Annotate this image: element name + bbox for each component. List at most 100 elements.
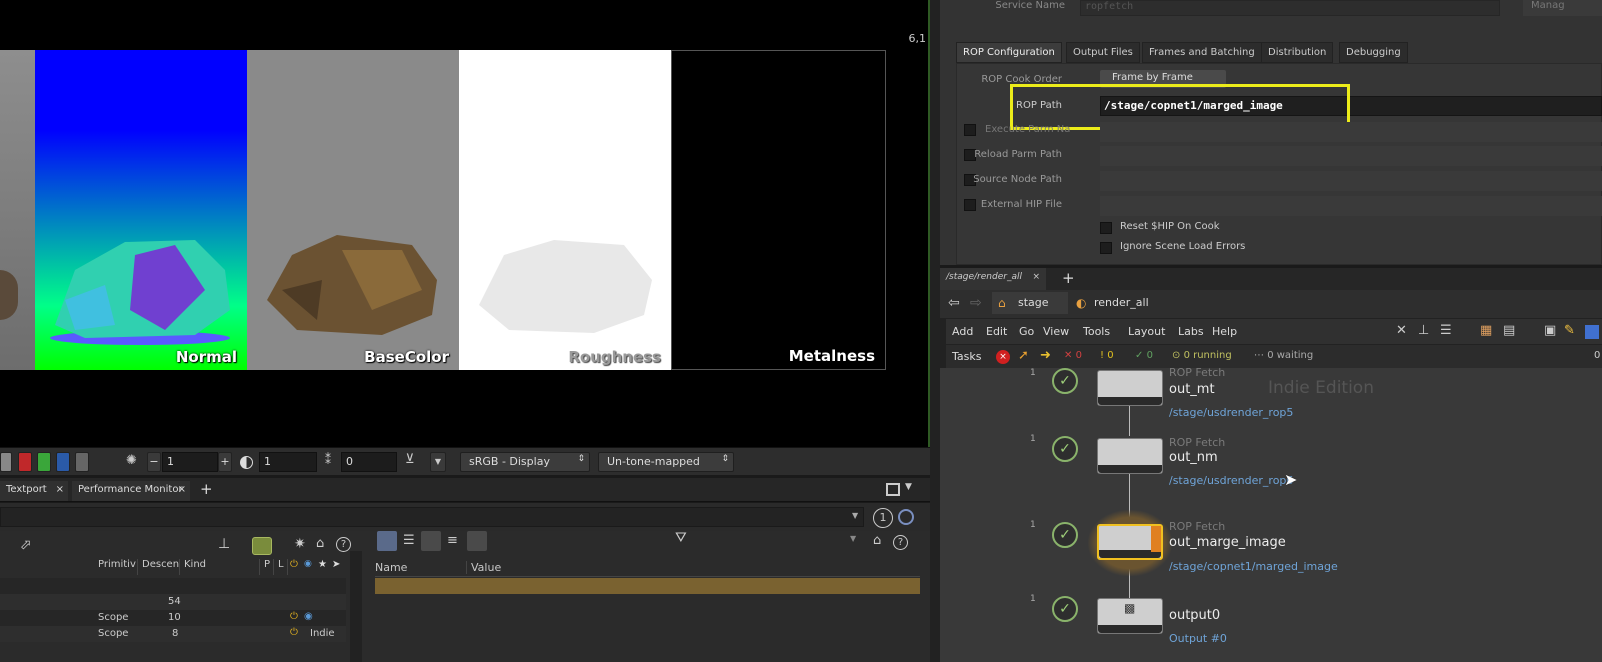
pane-layout-icon[interactable] (886, 483, 900, 496)
menu-go[interactable]: Go (1019, 325, 1034, 338)
list-icon[interactable]: ☰ (1440, 323, 1452, 338)
tab-render-all[interactable]: /stage/render_all × (940, 268, 1046, 290)
display-flag[interactable] (1151, 526, 1161, 552)
hierarchy-view-button[interactable] (377, 531, 397, 551)
node-out-mt[interactable] (1097, 370, 1163, 406)
node-path-label[interactable]: Output #0 (1169, 632, 1227, 645)
color-palette-icon[interactable] (1585, 325, 1599, 339)
exposure-icon[interactable]: ✺ (126, 453, 137, 468)
service-name-field[interactable]: ropfetch (1080, 0, 1500, 16)
menu-help[interactable]: Help (1212, 325, 1237, 338)
menu-tools[interactable]: Tools (1083, 325, 1110, 338)
reset-hip-checkbox[interactable] (1100, 222, 1112, 234)
sticky-note-icon[interactable]: ✎ (1564, 323, 1575, 338)
col-kind[interactable]: Kind (182, 559, 260, 575)
node-out-nm[interactable] (1097, 438, 1163, 474)
frame-icon[interactable]: ⁑ (325, 453, 331, 467)
source-node-field[interactable] (1100, 171, 1602, 191)
col-descendants[interactable]: Descen (140, 559, 180, 575)
table-row[interactable]: Scope 8 ⏻ Indie (0, 626, 346, 642)
filter-icon[interactable]: ⛛ (675, 530, 687, 546)
transform-view-button[interactable] (467, 531, 487, 551)
tab-output-files[interactable]: Output Files (1066, 42, 1140, 63)
exposure-minus-button[interactable]: − (147, 452, 161, 472)
grid-icon[interactable]: ▦ (1480, 323, 1492, 338)
col-p[interactable]: P (262, 559, 274, 575)
execute-parm-field[interactable] (1100, 122, 1602, 142)
filter-dropdown-icon[interactable]: ▼ (852, 511, 858, 520)
close-icon[interactable]: × (1032, 272, 1040, 282)
property-row-selected[interactable] (375, 578, 920, 594)
col-value[interactable]: Value (471, 561, 501, 574)
close-icon[interactable]: × (178, 484, 186, 495)
manage-button[interactable]: Manag (1523, 0, 1602, 16)
gamma-icon[interactable] (240, 456, 253, 469)
vertical-scrollbar[interactable] (350, 551, 362, 662)
add-tab-button[interactable]: + (200, 480, 213, 498)
tab-distribution[interactable]: Distribution (1261, 42, 1334, 63)
hierarchy-icon[interactable]: ⊥ (218, 536, 230, 552)
help-icon[interactable]: ? (336, 537, 351, 552)
col-primitive[interactable]: Primitiv (96, 559, 138, 575)
node-path-label[interactable]: /stage/copnet1/marged_image (1169, 560, 1338, 573)
menu-labs[interactable]: Labs (1178, 325, 1204, 338)
channel-blue-button[interactable] (56, 452, 70, 472)
colorspace-dropdown[interactable]: sRGB - Display ⇕ (460, 452, 590, 472)
node-path-label[interactable]: /stage/usdrender_rop5 (1169, 406, 1293, 419)
node-output0[interactable]: ▩ (1097, 598, 1163, 634)
channel-white-button[interactable] (0, 452, 12, 472)
channel-green-button[interactable] (37, 452, 51, 472)
power-icon[interactable]: ⏻ (290, 611, 298, 622)
snapshot-icon[interactable]: ⌂ (873, 533, 881, 548)
tonemap-dropdown[interactable]: Un-tone-mapped ⇕ (598, 452, 734, 472)
table-row[interactable] (0, 578, 346, 594)
pane-menu-icon[interactable]: ▼ (905, 482, 912, 492)
exposure-field[interactable]: 1 (162, 452, 218, 472)
tab-frames-batching[interactable]: Frames and Batching (1142, 42, 1262, 63)
power-icon[interactable]: ⏻ (290, 627, 298, 638)
col-l[interactable]: L (276, 559, 288, 575)
ignore-errors-checkbox[interactable] (1100, 242, 1112, 254)
frame-field[interactable]: 0 (341, 452, 397, 472)
columns-view-button[interactable] (421, 531, 441, 551)
active-target-icon[interactable] (252, 537, 272, 555)
gear-icon[interactable]: ✷ (294, 536, 306, 552)
menu-add[interactable]: Add (952, 325, 973, 338)
tab-performance-monitor[interactable]: Performance Monitor × (72, 481, 190, 501)
gamma-field[interactable]: 1 (259, 452, 317, 472)
back-arrow-icon[interactable]: ⇦ (948, 295, 960, 311)
breadcrumb-stage[interactable]: ⌂ stage (992, 292, 1068, 314)
tile-icon[interactable]: ▤ (1503, 323, 1515, 338)
target-icon[interactable] (898, 509, 914, 525)
breadcrumb-render-all[interactable]: ◐ render_all (1070, 292, 1180, 314)
close-icon[interactable]: × (56, 484, 64, 495)
table-row[interactable]: 54 (0, 594, 346, 610)
forward-arrow-icon[interactable]: ⇨ (970, 295, 982, 311)
channel-alpha-button[interactable] (75, 452, 89, 472)
menu-view[interactable]: View (1043, 325, 1069, 338)
channel-red-button[interactable] (18, 452, 32, 472)
cook-output-icon[interactable]: ➜ (1040, 348, 1051, 363)
external-hip-field[interactable] (1100, 196, 1602, 216)
cancel-cook-icon[interactable]: × (996, 350, 1010, 364)
rows-view-icon[interactable]: ≡ (447, 533, 458, 548)
help-icon[interactable]: ? (893, 535, 908, 550)
filter-input[interactable] (0, 507, 864, 527)
fit-view-icon[interactable]: ⊻ (405, 452, 415, 467)
table-row[interactable]: Scope 10 ⏻ ◉ (0, 610, 346, 626)
pane-splitter[interactable] (930, 0, 940, 662)
add-tab-button[interactable]: + (1062, 269, 1075, 287)
menu-edit[interactable]: Edit (986, 325, 1007, 338)
tab-debugging[interactable]: Debugging (1339, 42, 1408, 63)
tab-textport[interactable]: Textport × (0, 481, 68, 501)
node-out-marge-image[interactable] (1097, 524, 1163, 560)
list-view-icon[interactable]: ☰ (403, 533, 415, 548)
wrench-icon[interactable]: ✕ (1396, 323, 1407, 338)
badge-circle[interactable]: 1 (873, 508, 893, 528)
filter-dropdown-icon[interactable]: ▼ (850, 534, 856, 543)
network-box-icon[interactable]: ▣ (1544, 323, 1556, 338)
menu-dropdown-button[interactable]: ▼ (430, 452, 446, 472)
exposure-plus-button[interactable]: + (218, 452, 232, 472)
col-name[interactable]: Name (375, 561, 467, 574)
snapshot-icon[interactable]: ⌂ (316, 536, 324, 551)
